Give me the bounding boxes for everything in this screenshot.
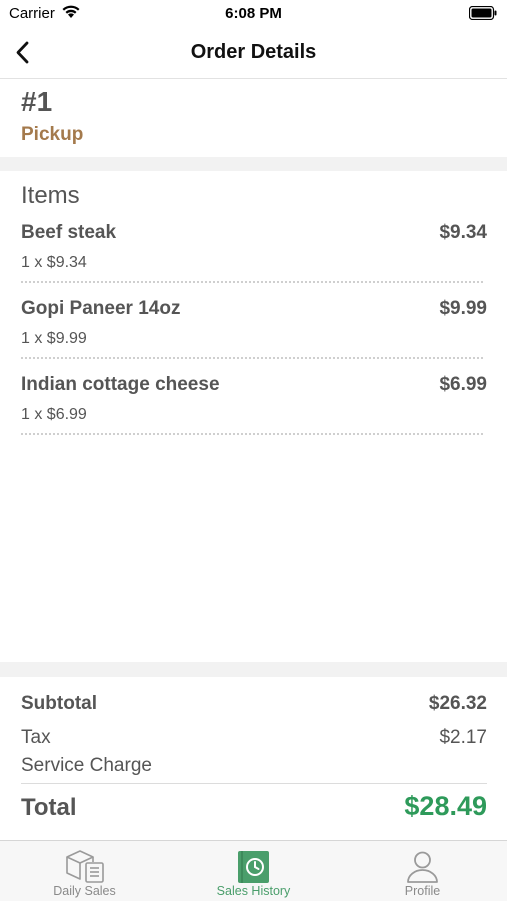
order-number: #1	[21, 86, 53, 117]
item-name: Indian cottage cheese	[21, 374, 220, 395]
tab-label: Daily Sales	[53, 884, 116, 898]
tab-sales-history[interactable]: Sales History	[169, 841, 338, 901]
section-divider	[0, 157, 507, 171]
status-bar: Carrier 6:08 PM	[0, 0, 507, 30]
total-label: Total	[21, 794, 77, 821]
box-receipt-icon	[66, 850, 104, 883]
order-type: Pickup	[21, 124, 84, 145]
list-item[interactable]: Indian cottage cheese $6.99 1 x $6.99	[21, 374, 487, 451]
service-charge-label: Service Charge	[21, 755, 152, 776]
tab-profile[interactable]: Profile	[338, 841, 507, 901]
history-book-icon	[238, 851, 269, 883]
item-name: Beef steak	[21, 222, 117, 243]
item-price: $9.99	[439, 298, 487, 319]
total-value: $28.49	[404, 791, 487, 821]
page-title: Order Details	[190, 41, 317, 63]
tab-daily-sales[interactable]: Daily Sales	[0, 841, 169, 901]
clock-time: 6:08 PM	[225, 5, 282, 22]
tab-bar: Daily Sales Sales History Profile	[0, 840, 507, 901]
items-section-title: Items	[21, 182, 80, 209]
item-price: $9.34	[439, 222, 487, 243]
tab-label: Profile	[404, 884, 441, 898]
dotted-divider	[21, 357, 483, 359]
service-charge-row: Service Charge	[21, 755, 487, 779]
dotted-divider	[21, 433, 483, 435]
battery-icon	[469, 6, 497, 20]
item-quantity: 1 x $9.99	[21, 330, 87, 347]
navigation-bar: Order Details	[0, 30, 507, 79]
section-divider	[0, 662, 507, 677]
subtotal-value: $26.32	[428, 693, 487, 714]
tax-label: Tax	[21, 727, 51, 748]
item-quantity: 1 x $9.34	[21, 254, 87, 271]
person-icon	[407, 851, 438, 883]
subtotal-label: Subtotal	[21, 693, 97, 714]
list-item[interactable]: Beef steak $9.34 1 x $9.34	[21, 222, 487, 299]
subtotal-row: Subtotal $26.32	[21, 693, 487, 717]
item-price: $6.99	[439, 374, 487, 395]
item-quantity: 1 x $6.99	[21, 406, 87, 423]
list-item[interactable]: Gopi Paneer 14oz $9.99 1 x $9.99	[21, 298, 487, 375]
item-name: Gopi Paneer 14oz	[21, 298, 181, 319]
total-divider	[21, 783, 487, 784]
tax-row: Tax $2.17	[21, 727, 487, 751]
dotted-divider	[21, 281, 483, 283]
tax-value: $2.17	[439, 727, 487, 748]
order-header: #1 Pickup	[21, 85, 83, 146]
tab-label: Sales History	[216, 884, 291, 898]
